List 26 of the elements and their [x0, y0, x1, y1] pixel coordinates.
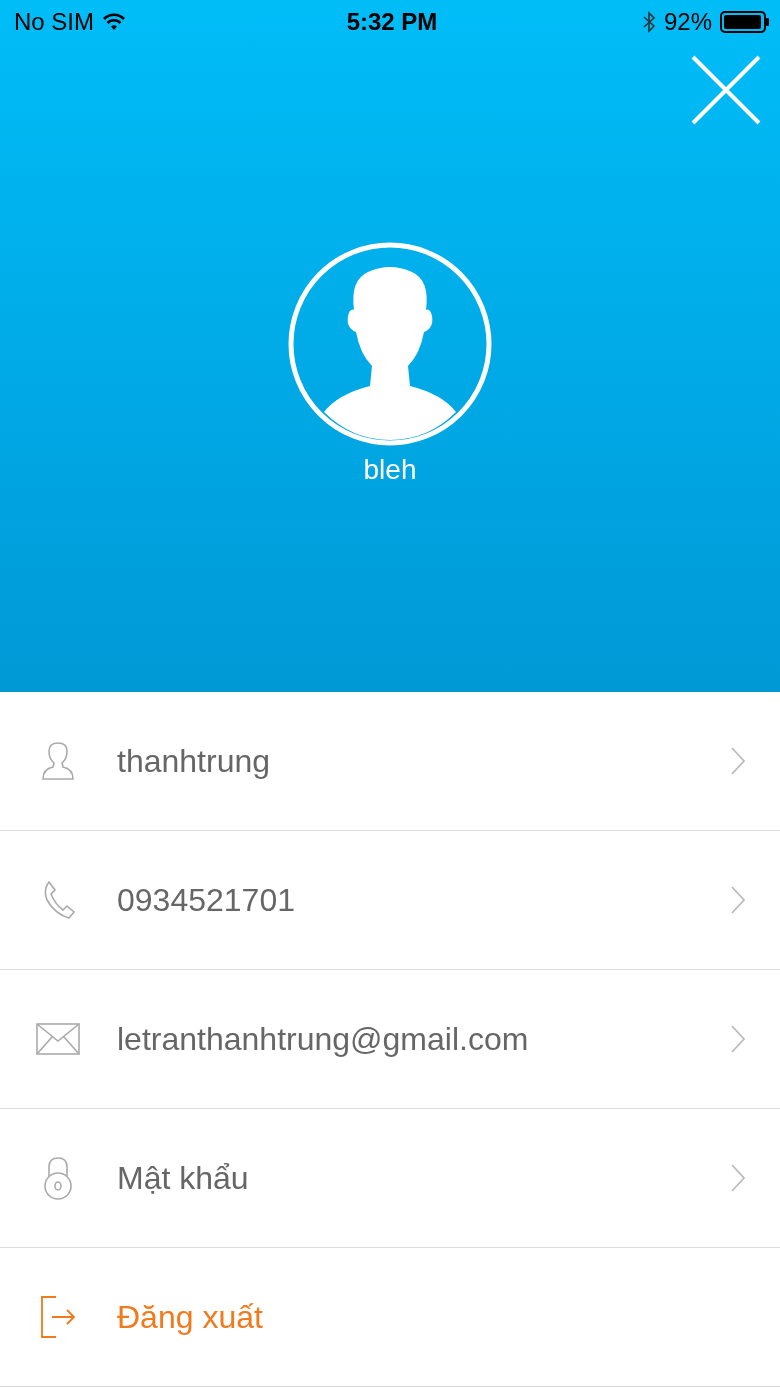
avatar-icon: [288, 242, 492, 446]
settings-row[interactable]: thanhtrung: [0, 692, 780, 831]
chevron-icon: [730, 1024, 746, 1054]
settings-row[interactable]: letranthanhtrung@gmail.com: [0, 970, 780, 1109]
clock-label: 5:32 PM: [346, 8, 438, 36]
chevron-icon: [730, 1163, 746, 1193]
row-label: 0934521701: [117, 881, 296, 919]
battery-percent: 92%: [663, 8, 712, 36]
carrier-label: No SIM: [14, 8, 94, 36]
row-label: letranthanhtrung@gmail.com: [117, 1020, 530, 1058]
person-icon: [41, 741, 75, 781]
chevron-icon: [730, 885, 746, 915]
settings-row[interactable]: 0934521701: [0, 831, 780, 970]
row-label: Đăng xuất: [117, 1298, 264, 1336]
row-label: thanhtrung: [117, 742, 271, 780]
battery-icon: [720, 11, 770, 33]
chevron-icon: [730, 746, 746, 776]
profile-name: bleh: [363, 454, 417, 486]
bluetooth-icon: [641, 10, 656, 34]
envelope-icon: [36, 1023, 80, 1055]
row-label: Mật khẩu: [117, 1159, 250, 1197]
wifi-icon: [102, 13, 126, 31]
close-button[interactable]: [690, 54, 762, 126]
settings-row[interactable]: Mật khẩu: [0, 1109, 780, 1248]
exit-icon: [40, 1295, 76, 1339]
lock-icon: [42, 1156, 74, 1200]
